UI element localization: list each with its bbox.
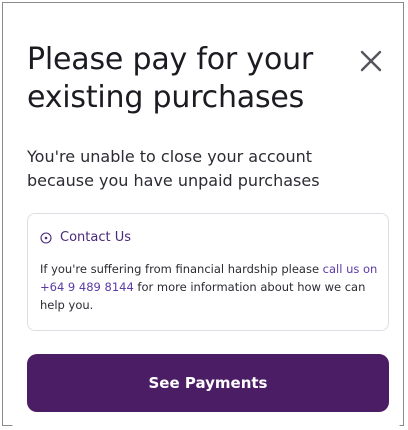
contact-us-body: If you're suffering from financial hards… [40, 260, 380, 314]
contact-body-text: If you're suffering from financial hards… [40, 262, 323, 276]
contact-us-card: Contact Us If you're suffering from fina… [27, 213, 389, 331]
see-payments-button[interactable]: See Payments [27, 354, 389, 412]
contact-us-heading: Contact Us [60, 230, 131, 245]
window-frame: Please pay for your existing purchases Y… [2, 2, 404, 427]
contact-us-header: Contact Us [40, 230, 131, 245]
modal-subtitle: You're unable to close your account beca… [27, 147, 320, 190]
close-icon [360, 50, 382, 72]
close-account-modal: Please pay for your existing purchases Y… [9, 9, 403, 427]
help-circle-icon [40, 231, 52, 244]
close-button[interactable] [357, 47, 385, 75]
modal-title: Please pay for your existing purchases [27, 42, 314, 115]
